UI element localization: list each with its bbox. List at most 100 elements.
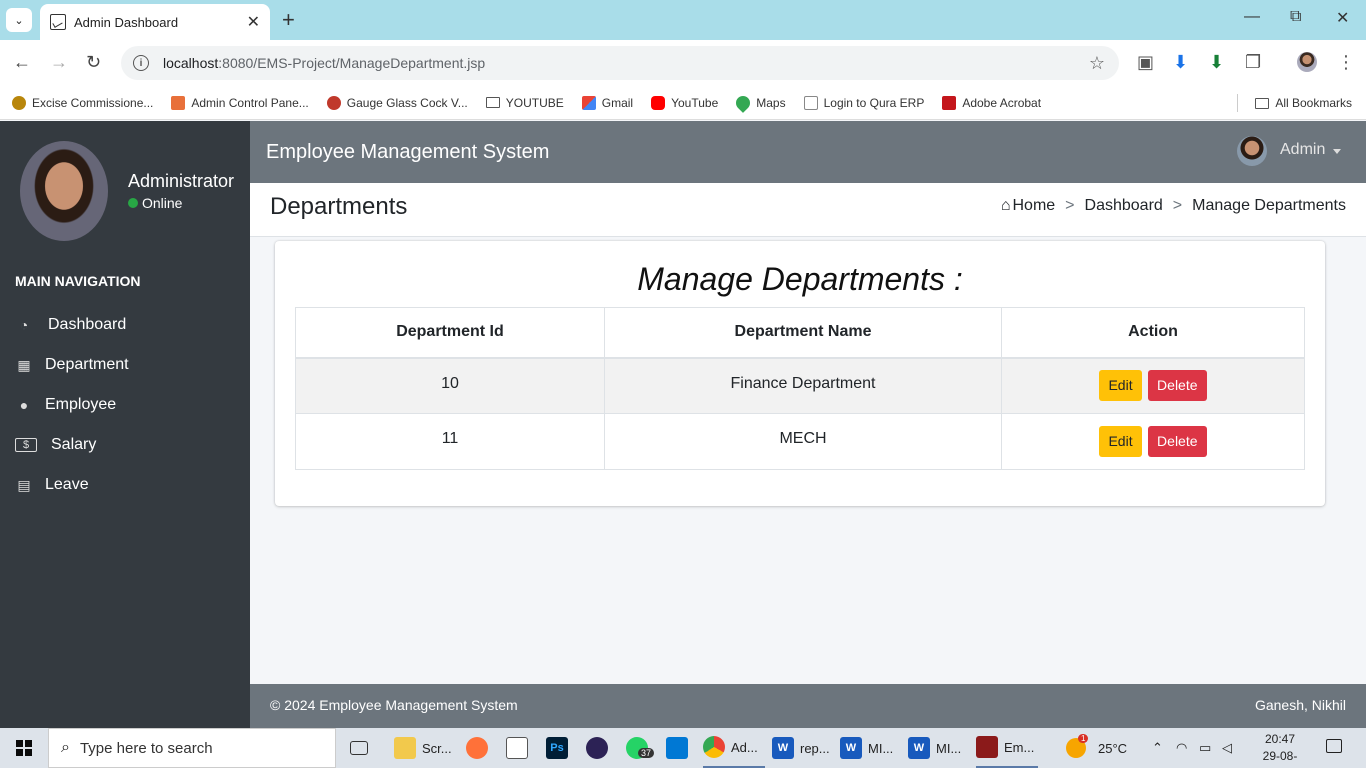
edit-button[interactable]: Edit <box>1099 426 1142 457</box>
taskbar-app-photoshop[interactable]: Ps <box>546 728 574 768</box>
sidebar-item-leave[interactable]: ▤ Leave <box>15 465 245 505</box>
extensions-icon[interactable]: ❐ <box>1245 52 1261 73</box>
page-title: Departments <box>270 193 408 220</box>
wifi-icon[interactable]: ◠ <box>1176 728 1187 768</box>
word-icon: W <box>908 737 930 759</box>
online-status-icon <box>128 198 138 208</box>
edit-button[interactable]: Edit <box>1099 370 1142 402</box>
bookmark-maps[interactable]: Maps <box>733 92 786 113</box>
windows-start-icon[interactable] <box>16 740 32 756</box>
download-manager-icon[interactable]: ⬇ <box>1173 52 1188 73</box>
department-name-cell: Finance Department <box>604 357 1002 414</box>
volume-icon[interactable]: ◁ <box>1222 728 1232 768</box>
bookmark-admin-control[interactable]: Admin Control Pane... <box>171 95 309 110</box>
calendar-icon: ▤ <box>17 476 31 493</box>
nav-header: MAIN NAVIGATION <box>15 273 141 289</box>
user-panel: Administrator Online <box>20 141 234 241</box>
sidebar-item-employee[interactable]: ● Employee <box>15 385 245 425</box>
back-icon[interactable]: ← <box>13 52 31 73</box>
reload-icon[interactable]: ↻ <box>86 52 101 73</box>
user-icon: ● <box>19 397 29 413</box>
taskbar-app-explorer[interactable]: Scr... <box>394 728 452 768</box>
tab-search-button[interactable]: ⌄ <box>6 8 32 32</box>
building-icon: ▦ <box>17 356 31 373</box>
camera-icon[interactable]: ▣ <box>1137 52 1154 73</box>
home-icon[interactable]: ⌂ <box>1001 197 1011 215</box>
clock-time: 20:47 <box>1264 732 1296 746</box>
caret-down-icon[interactable] <box>1333 149 1341 154</box>
chevron-down-icon: ⌄ <box>14 14 24 27</box>
taskbar-app-whatsapp[interactable]: 37 <box>626 728 655 768</box>
taskbar-app-word-3[interactable]: W MI... <box>908 728 968 768</box>
admin-avatar[interactable] <box>1237 136 1267 166</box>
forward-icon[interactable]: → <box>50 52 68 73</box>
weather-icon: 1 <box>1066 734 1089 758</box>
bookmark-star-icon[interactable]: ☆ <box>1089 53 1105 74</box>
taskbar-app-vscode[interactable] <box>666 728 694 768</box>
taskbar-app-ems[interactable]: Em... <box>976 728 1038 768</box>
bookmark-gauge-glass[interactable]: Gauge Glass Cock V... <box>326 95 468 110</box>
logo-icon <box>326 95 341 110</box>
sidebar: Administrator Online MAIN NAVIGATION ◔ D… <box>0 121 250 728</box>
table-header-row: Department Id Department Name Action <box>295 307 1305 359</box>
taskbar-app-word-2[interactable]: W MI... <box>840 728 900 768</box>
bookmark-excise[interactable]: Excise Commissione... <box>12 95 153 110</box>
main-navigation: ◔ Dashboard ▦ Department ● Employee $ Sa… <box>15 305 245 505</box>
sidebar-item-salary[interactable]: $ Salary <box>15 425 245 465</box>
delete-button[interactable]: Delete <box>1148 426 1207 457</box>
taskbar-app-chrome[interactable]: Ad... <box>703 728 765 768</box>
system-clock[interactable]: 20:47 29-08-2024 <box>1250 731 1310 768</box>
download-icon[interactable]: ⬇ <box>1209 52 1224 73</box>
weather-widget[interactable]: 1 25°C <box>1066 728 1127 768</box>
breadcrumb-home[interactable]: Home <box>1012 197 1055 215</box>
taskbar-app-firefox[interactable] <box>466 728 494 768</box>
card-title: Manage Departments : <box>637 261 963 297</box>
browser-tab[interactable]: Admin Dashboard ✕ <box>40 4 270 40</box>
minimize-icon[interactable]: — <box>1244 8 1260 26</box>
delete-button[interactable]: Delete <box>1148 370 1207 402</box>
gauge-icon: ◔ <box>19 317 29 333</box>
site-info-icon[interactable]: i <box>133 55 149 71</box>
avatar <box>20 141 108 241</box>
bookmark-youtube-folder[interactable]: YOUTUBE <box>485 96 564 110</box>
all-bookmarks-button[interactable]: All Bookmarks <box>1237 86 1352 120</box>
sidebar-item-dashboard[interactable]: ◔ Dashboard <box>15 305 245 345</box>
taskbar-app-word-1[interactable]: W rep... <box>772 728 832 768</box>
bookmark-youtube[interactable]: YouTube <box>651 95 718 110</box>
taskbar-app-eclipse[interactable] <box>586 728 614 768</box>
battery-icon[interactable]: ▭ <box>1199 728 1211 768</box>
new-tab-button[interactable]: + <box>282 8 295 32</box>
map-pin-icon <box>733 92 754 113</box>
taskbar-app-calendar[interactable] <box>506 728 534 768</box>
emblem-icon <box>12 95 26 110</box>
close-tab-icon[interactable]: ✕ <box>247 12 260 32</box>
breadcrumb-dashboard[interactable]: Dashboard <box>1085 197 1163 215</box>
address-bar[interactable]: i localhost :8080/EMS-Project/ManageDepa… <box>121 46 1119 80</box>
table-row: 10 Finance Department Edit Delete <box>295 357 1305 414</box>
departments-table: Department Id Department Name Action 10 … <box>295 307 1305 470</box>
menu-kebab-icon[interactable]: ⋮ <box>1337 52 1355 73</box>
department-id-cell: 11 <box>295 413 605 470</box>
acrobat-icon <box>942 95 957 110</box>
action-cell: Edit Delete <box>1001 413 1305 470</box>
notification-icon[interactable] <box>1326 739 1342 753</box>
restore-icon[interactable]: ⧉ <box>1290 8 1301 26</box>
tray-overflow-icon[interactable]: ⌃ <box>1152 728 1163 768</box>
document-icon <box>803 95 818 110</box>
browser-profile-avatar[interactable] <box>1297 52 1317 72</box>
table-row: 11 MECH Edit Delete <box>295 413 1305 470</box>
bookmarks-bar: Excise Commissione... Admin Control Pane… <box>0 86 1366 120</box>
taskbar-search-input[interactable]: ⌕ Type here to search <box>48 728 336 768</box>
column-header-name: Department Name <box>604 307 1002 359</box>
bookmark-adobe-acrobat[interactable]: Adobe Acrobat <box>942 95 1041 110</box>
bookmark-gmail[interactable]: Gmail <box>581 95 633 110</box>
admin-dropdown[interactable]: Admin <box>1280 141 1325 159</box>
word-icon: W <box>840 737 862 759</box>
sidebar-item-department[interactable]: ▦ Department <box>15 345 245 385</box>
calendar-app-icon <box>506 737 528 759</box>
user-name: Administrator <box>128 171 235 191</box>
task-view-icon[interactable] <box>350 728 374 768</box>
browser-tab-bar: ⌄ Admin Dashboard ✕ + — ⧉ ✕ <box>0 0 1366 40</box>
bookmark-qura-erp[interactable]: Login to Qura ERP <box>803 95 924 110</box>
close-window-icon[interactable]: ✕ <box>1336 8 1349 28</box>
